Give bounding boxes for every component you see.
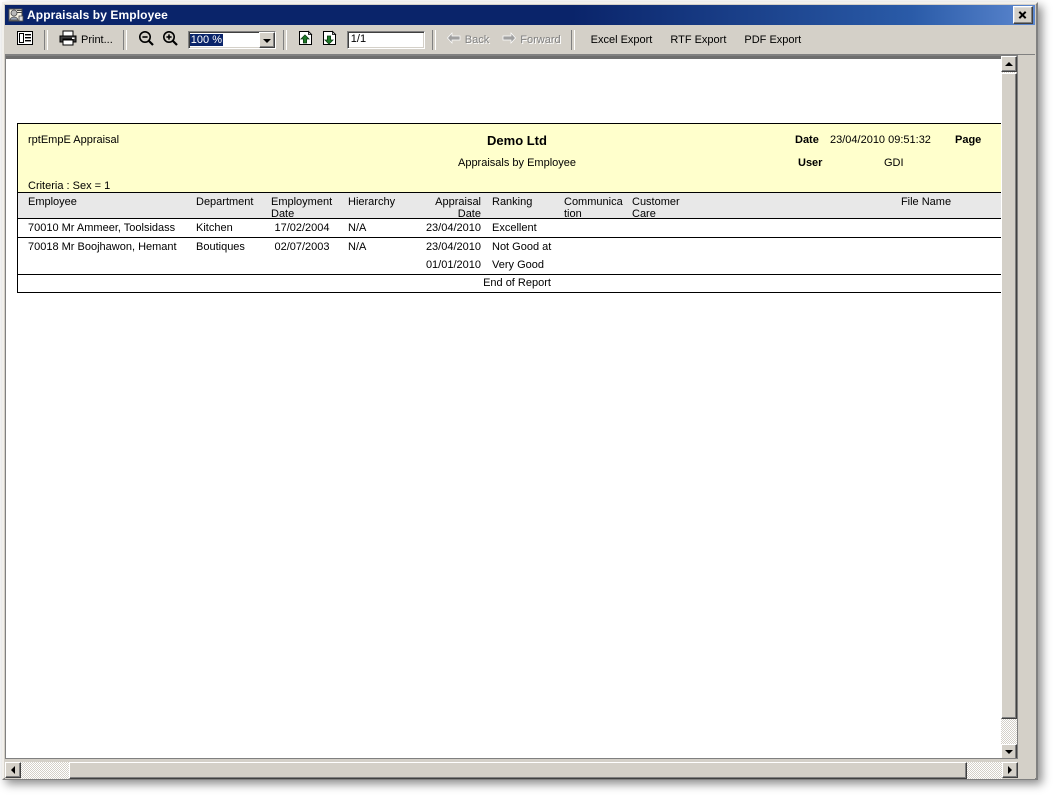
scroll-up-button[interactable] (1001, 56, 1017, 72)
outline-toggle-button[interactable] (13, 29, 37, 51)
cell-employee: 70018 Mr Boojhawon, Hemant (28, 241, 177, 253)
report-user-value: GDI (884, 157, 904, 169)
report-user-label: User (798, 157, 822, 169)
client-area: rptEmpE Appraisal Demo Ltd Appraisals by… (5, 55, 1035, 779)
report-page-label: Page (955, 134, 981, 146)
toolbar-separator-4 (432, 30, 436, 50)
previous-page-icon (297, 29, 315, 50)
toolbar-separator-3 (283, 30, 287, 50)
horizontal-scroll-thumb[interactable] (69, 762, 967, 779)
cell-department: Kitchen (196, 222, 233, 234)
scroll-left-button[interactable] (5, 762, 21, 778)
viewport-top-shadow (6, 56, 1017, 59)
print-button[interactable]: Print... (55, 29, 116, 51)
close-button[interactable] (1013, 6, 1033, 24)
app-window-screen: Appraisals by Employee (0, 0, 1054, 798)
cell-appraisal-date: 23/04/2010 (413, 222, 481, 234)
column-header-customer-care: Customer Care (632, 197, 680, 220)
report-date-value: 23/04/2010 09:51:32 (830, 134, 931, 146)
column-header-hierarchy: Hierarchy (348, 197, 395, 209)
scrollbar-corner (1018, 762, 1035, 779)
zoom-percent-value: 100 % (190, 34, 223, 46)
zoom-in-icon (161, 29, 179, 50)
outline-icon (16, 29, 34, 50)
table-row: 70018 Mr Boojhawon, Hemant Boutiques 02/… (17, 238, 1017, 275)
vertical-scrollbar[interactable] (1001, 56, 1017, 759)
report-document-viewport[interactable]: rptEmpE Appraisal Demo Ltd Appraisals by… (5, 55, 1018, 759)
excel-export-button[interactable]: Excel Export (582, 34, 662, 46)
cell-appraisal-date: 23/04/2010 (413, 241, 481, 253)
back-label: Back (465, 34, 489, 46)
toolbar-separator-1 (44, 30, 48, 50)
report-criteria: Criteria : Sex = 1 (28, 180, 110, 192)
page-number-input[interactable]: 1/1 (347, 31, 425, 49)
report-preview-window: Appraisals by Employee (2, 2, 1038, 780)
arrow-right-icon (501, 31, 517, 48)
column-header-employment-date: Employment Date (271, 197, 332, 220)
next-page-icon (321, 29, 339, 50)
printer-icon (58, 29, 78, 50)
pdf-export-button[interactable]: PDF Export (735, 34, 810, 46)
arrow-left-icon (446, 31, 462, 48)
zoom-percent-value-wrap: 100 % (189, 32, 259, 48)
column-header-employee: Employee (28, 197, 77, 209)
report-column-header-row: Employee Department Employment Date Hier… (17, 192, 1017, 219)
report-page: rptEmpE Appraisal Demo Ltd Appraisals by… (17, 123, 1017, 293)
zoom-out-icon (137, 29, 155, 50)
scroll-right-button[interactable] (1002, 762, 1018, 778)
next-page-button[interactable] (318, 29, 342, 51)
column-header-ranking: Ranking (492, 197, 532, 209)
cell-employment-date: 17/02/2004 (271, 222, 333, 234)
triangle-left-icon (11, 766, 15, 774)
cell-ranking-2: Very Good (492, 259, 544, 271)
forward-button[interactable]: Forward (498, 29, 563, 51)
column-header-appraisal-date: Appraisal Date (413, 197, 481, 220)
toolbar: Print... (5, 25, 1035, 55)
report-header-band: rptEmpE Appraisal Demo Ltd Appraisals by… (17, 123, 1017, 192)
column-header-department: Department (196, 197, 253, 209)
zoom-in-button[interactable] (158, 29, 182, 51)
report-subtitle: Appraisals by Employee (18, 157, 1016, 169)
title-bar: Appraisals by Employee (5, 5, 1035, 25)
cell-ranking: Excellent (492, 222, 537, 234)
forward-label: Forward (520, 34, 560, 46)
report-footer-row: End of Report (17, 275, 1017, 293)
vertical-scroll-thumb[interactable] (1001, 73, 1017, 719)
report-preview-icon (8, 7, 24, 23)
print-label: Print... (81, 34, 113, 46)
end-of-report-label: End of Report (18, 277, 1016, 289)
rtf-export-button[interactable]: RTF Export (661, 34, 735, 46)
toolbar-separator-2 (123, 30, 127, 50)
cell-employment-date: 02/07/2003 (271, 241, 333, 253)
zoom-combo-chevron-down-icon[interactable] (259, 32, 275, 48)
cell-hierarchy: N/A (348, 222, 366, 234)
cell-employee: 70010 Mr Ammeer, Toolsidass (28, 222, 175, 234)
triangle-up-icon (1005, 62, 1013, 66)
triangle-right-icon (1008, 766, 1012, 774)
back-button[interactable]: Back (443, 29, 492, 51)
cell-appraisal-date-2: 01/01/2010 (413, 259, 481, 271)
cell-hierarchy: N/A (348, 241, 366, 253)
window-title: Appraisals by Employee (27, 8, 1013, 22)
table-row: 70010 Mr Ammeer, Toolsidass Kitchen 17/0… (17, 219, 1017, 238)
report-date-label: Date (795, 134, 819, 146)
previous-page-button[interactable] (294, 29, 318, 51)
cell-department: Boutiques (196, 241, 245, 253)
triangle-down-icon (1005, 750, 1013, 754)
zoom-out-button[interactable] (134, 29, 158, 51)
horizontal-scrollbar[interactable] (5, 762, 1018, 779)
column-header-file-name: File Name (836, 197, 1016, 209)
zoom-percent-combo[interactable]: 100 % (188, 31, 276, 49)
scroll-down-button[interactable] (1001, 744, 1017, 759)
cell-ranking: Not Good at (492, 241, 551, 253)
toolbar-separator-5 (571, 30, 575, 50)
column-header-communication: Communica tion (564, 197, 623, 220)
